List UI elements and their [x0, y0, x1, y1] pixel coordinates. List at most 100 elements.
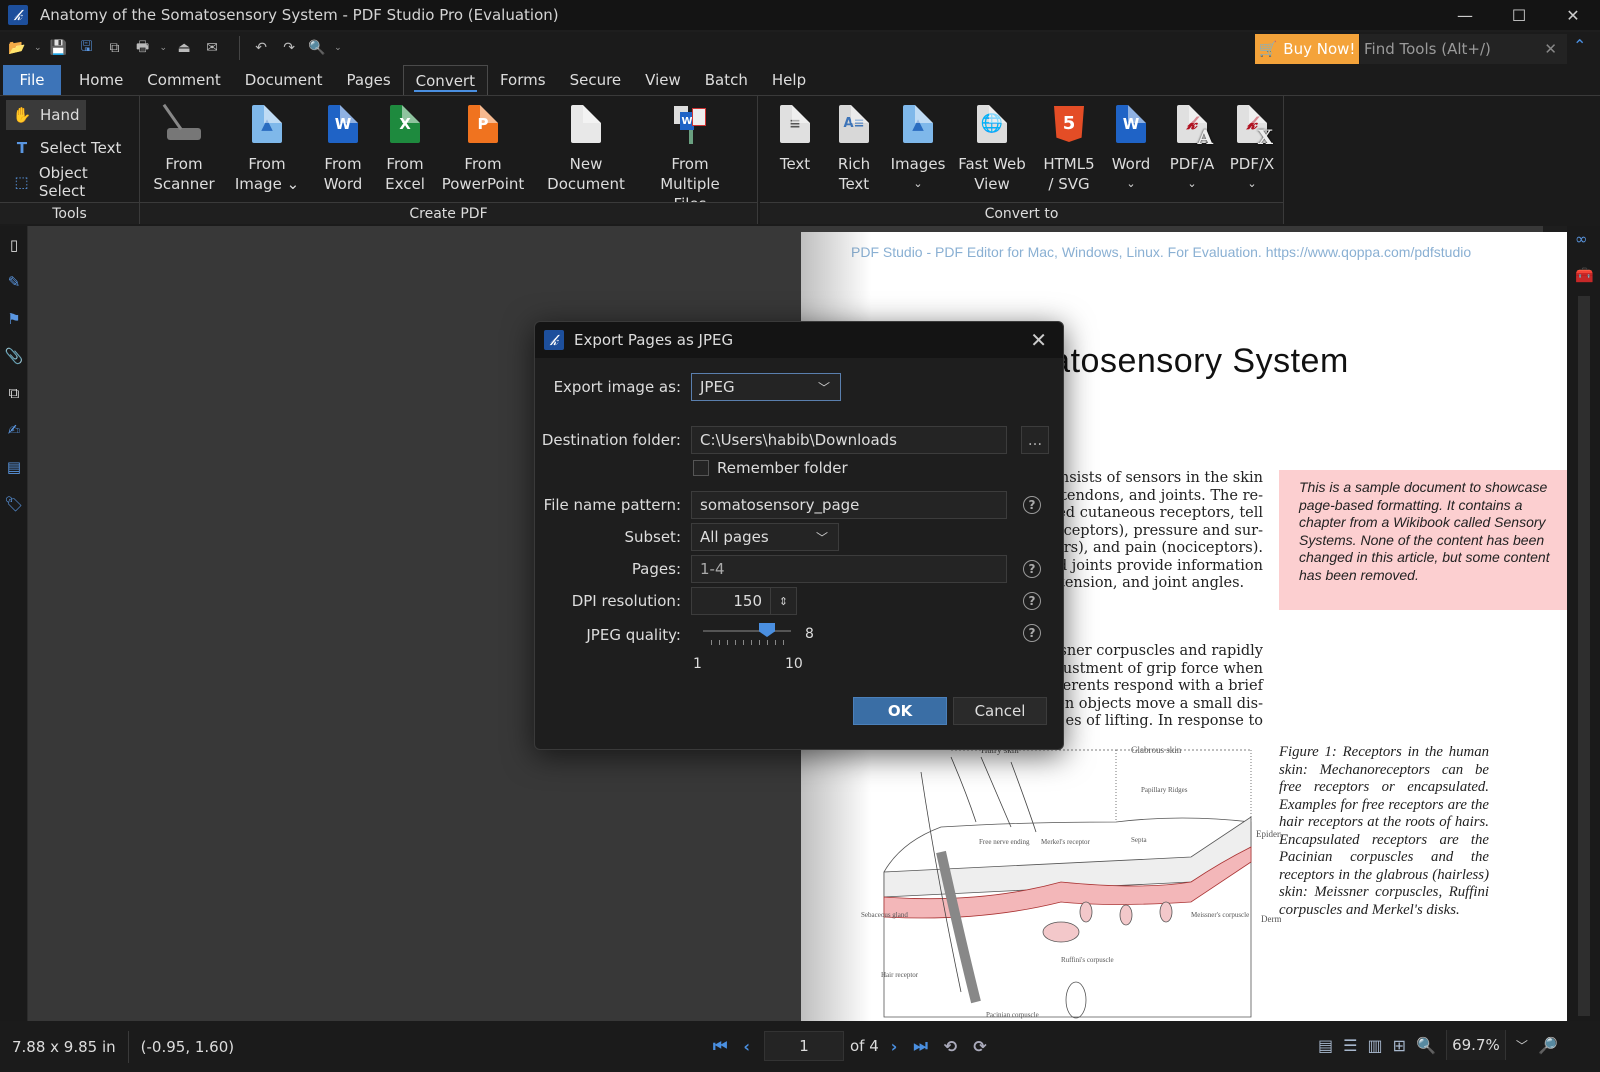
- redo-icon[interactable]: ↷: [278, 37, 300, 59]
- pages-help-icon[interactable]: ?: [1023, 560, 1041, 578]
- tab-forms[interactable]: Forms: [488, 65, 558, 95]
- tab-comment[interactable]: Comment: [135, 65, 233, 95]
- from-multiple-files-button[interactable]: W From MultipleFiles: [640, 102, 740, 214]
- collapse-ribbon-icon[interactable]: ⌃: [1573, 36, 1586, 55]
- find-tools-input[interactable]: Find Tools (Alt+/) ✕: [1360, 34, 1567, 64]
- browse-folder-button[interactable]: ...: [1021, 426, 1049, 454]
- page-number-input[interactable]: 1: [764, 1031, 844, 1061]
- facing-view-icon[interactable]: ▥: [1367, 1036, 1382, 1055]
- hand-tool[interactable]: ✋ Hand: [6, 100, 86, 130]
- zoom-dropdown-icon[interactable]: ﹀: [1516, 1037, 1528, 1054]
- convert-images-button[interactable]: ▲ Images ⌄: [888, 102, 948, 194]
- attachments-panel-icon[interactable]: 📎: [0, 337, 28, 374]
- buy-now-button[interactable]: 🛒 Buy Now!: [1255, 34, 1359, 64]
- quality-help-icon[interactable]: ?: [1023, 624, 1041, 642]
- ok-button[interactable]: OK: [853, 697, 947, 725]
- slider-thumb[interactable]: [759, 623, 775, 637]
- remember-folder-label: Remember folder: [717, 459, 848, 477]
- pattern-help-icon[interactable]: ?: [1023, 496, 1041, 514]
- from-scanner-button[interactable]: From Scanner: [153, 102, 215, 194]
- open-folder-icon[interactable]: 📂: [6, 37, 28, 59]
- cancel-button[interactable]: Cancel: [953, 697, 1047, 725]
- from-image-button[interactable]: ▲ From Image ⌄: [232, 102, 302, 194]
- print-dropdown-icon[interactable]: ⌄: [160, 43, 168, 53]
- convert-pdfx-button[interactable]: 𝓀X PDF/X ⌄: [1224, 102, 1280, 194]
- remember-folder-row[interactable]: Remember folder: [693, 459, 848, 477]
- pdfa-dropdown-icon: ⌄: [1187, 177, 1197, 190]
- tab-pages[interactable]: Pages: [335, 65, 403, 95]
- tab-file[interactable]: File: [3, 65, 61, 95]
- from-excel-button[interactable]: X From Excel: [380, 102, 430, 194]
- save-all-icon[interactable]: ⧉: [104, 37, 126, 59]
- object-select-tool[interactable]: ⬚ Object Select: [6, 164, 139, 200]
- undo-icon[interactable]: ↶: [250, 37, 272, 59]
- facing-continuous-view-icon[interactable]: ⊞: [1393, 1036, 1406, 1055]
- pages-panel-icon[interactable]: ▯: [0, 226, 28, 263]
- first-page-icon[interactable]: ⏮: [713, 1036, 727, 1056]
- clear-search-icon[interactable]: ✕: [1544, 40, 1557, 58]
- dpi-spinner[interactable]: 150 ⇕: [691, 587, 797, 615]
- maximize-button[interactable]: ☐: [1492, 0, 1546, 30]
- convert-rich-text-button[interactable]: A≡ Rich Text: [826, 102, 882, 194]
- tab-document[interactable]: Document: [233, 65, 335, 95]
- scan-icon[interactable]: ⏏: [173, 37, 195, 59]
- last-page-icon[interactable]: ⏭: [913, 1036, 927, 1056]
- remember-folder-checkbox[interactable]: [693, 460, 709, 476]
- comments-panel-icon[interactable]: ✎: [0, 263, 28, 300]
- subset-select[interactable]: All pages ﹀: [691, 523, 839, 551]
- find-document-icon[interactable]: 🔍: [306, 37, 328, 59]
- from-powerpoint-button[interactable]: P From PowerPoint: [438, 102, 528, 194]
- tab-secure[interactable]: Secure: [558, 65, 634, 95]
- vertical-scrollbar[interactable]: [1578, 296, 1590, 1016]
- save-icon[interactable]: 💾: [48, 37, 70, 59]
- previous-view-icon[interactable]: ⟲: [944, 1037, 957, 1056]
- toolbox-panel-icon[interactable]: 🧰: [1575, 266, 1594, 284]
- jpeg-quality-slider[interactable]: [703, 620, 791, 650]
- word-file-icon: W: [325, 102, 361, 146]
- layers-panel-icon[interactable]: ⧉: [0, 374, 28, 411]
- next-page-icon[interactable]: ›: [891, 1037, 898, 1056]
- open-dropdown-icon[interactable]: ⌄: [34, 43, 42, 53]
- convert-text-button[interactable]: ≡ Text: [770, 102, 820, 174]
- tab-home[interactable]: Home: [67, 65, 135, 95]
- dialog-close-button[interactable]: ✕: [1030, 328, 1047, 352]
- right-sidebar: ∞ 🧰: [1567, 226, 1600, 1021]
- tab-help[interactable]: Help: [760, 65, 818, 95]
- previous-page-icon[interactable]: ‹: [743, 1037, 750, 1056]
- next-view-icon[interactable]: ⟳: [973, 1037, 986, 1056]
- fields-panel-icon[interactable]: ▤: [0, 448, 28, 485]
- zoom-level-input[interactable]: 69.7%: [1445, 1030, 1506, 1060]
- tab-view[interactable]: View: [633, 65, 693, 95]
- tab-convert[interactable]: Convert: [402, 65, 488, 95]
- select-text-tool[interactable]: T Select Text: [6, 133, 127, 163]
- continuous-view-icon[interactable]: ☰: [1343, 1036, 1357, 1055]
- zoom-in-icon[interactable]: 🔎: [1538, 1036, 1558, 1055]
- convert-html5-button[interactable]: 5 HTML5 / SVG: [1038, 102, 1100, 194]
- destination-folder-input[interactable]: C:\Users\habib\Downloads: [691, 426, 1007, 454]
- pages-input[interactable]: 1-4: [691, 555, 1007, 583]
- signatures-panel-icon[interactable]: ✍: [0, 411, 28, 448]
- convert-fast-web-view-button[interactable]: 🌐 Fast Web View: [952, 102, 1032, 194]
- bookmarks-panel-icon[interactable]: ⚑: [0, 300, 28, 337]
- convert-word-button[interactable]: W Word ⌄: [1106, 102, 1156, 194]
- tags-panel-icon[interactable]: 🏷: [0, 485, 28, 522]
- dpi-help-icon[interactable]: ?: [1023, 592, 1041, 610]
- email-icon[interactable]: ✉: [201, 37, 223, 59]
- single-page-view-icon[interactable]: ▤: [1318, 1036, 1333, 1055]
- spinner-arrows-icon[interactable]: ⇕: [770, 588, 796, 614]
- save-as-icon[interactable]: 🖫: [76, 37, 98, 59]
- zoom-out-icon[interactable]: 🔍: [1416, 1036, 1436, 1055]
- print-icon[interactable]: 🖶: [132, 37, 154, 59]
- file-pattern-input[interactable]: somatosensory_page: [691, 491, 1007, 519]
- tab-batch[interactable]: Batch: [693, 65, 760, 95]
- new-document-button[interactable]: New Document: [544, 102, 628, 194]
- link-panel-icon[interactable]: ∞: [1575, 230, 1588, 248]
- customize-toolbar-icon[interactable]: ⌄: [334, 43, 342, 53]
- web-view-icon: 🌐: [974, 102, 1010, 146]
- close-window-button[interactable]: ✕: [1546, 0, 1600, 30]
- convert-text-label: Text: [779, 155, 811, 173]
- from-word-button[interactable]: W From Word: [318, 102, 368, 194]
- export-format-select[interactable]: JPEG ﹀: [691, 373, 841, 401]
- minimize-button[interactable]: —: [1438, 0, 1492, 30]
- convert-pdfa-button[interactable]: 𝓀A PDF/A ⌄: [1164, 102, 1220, 194]
